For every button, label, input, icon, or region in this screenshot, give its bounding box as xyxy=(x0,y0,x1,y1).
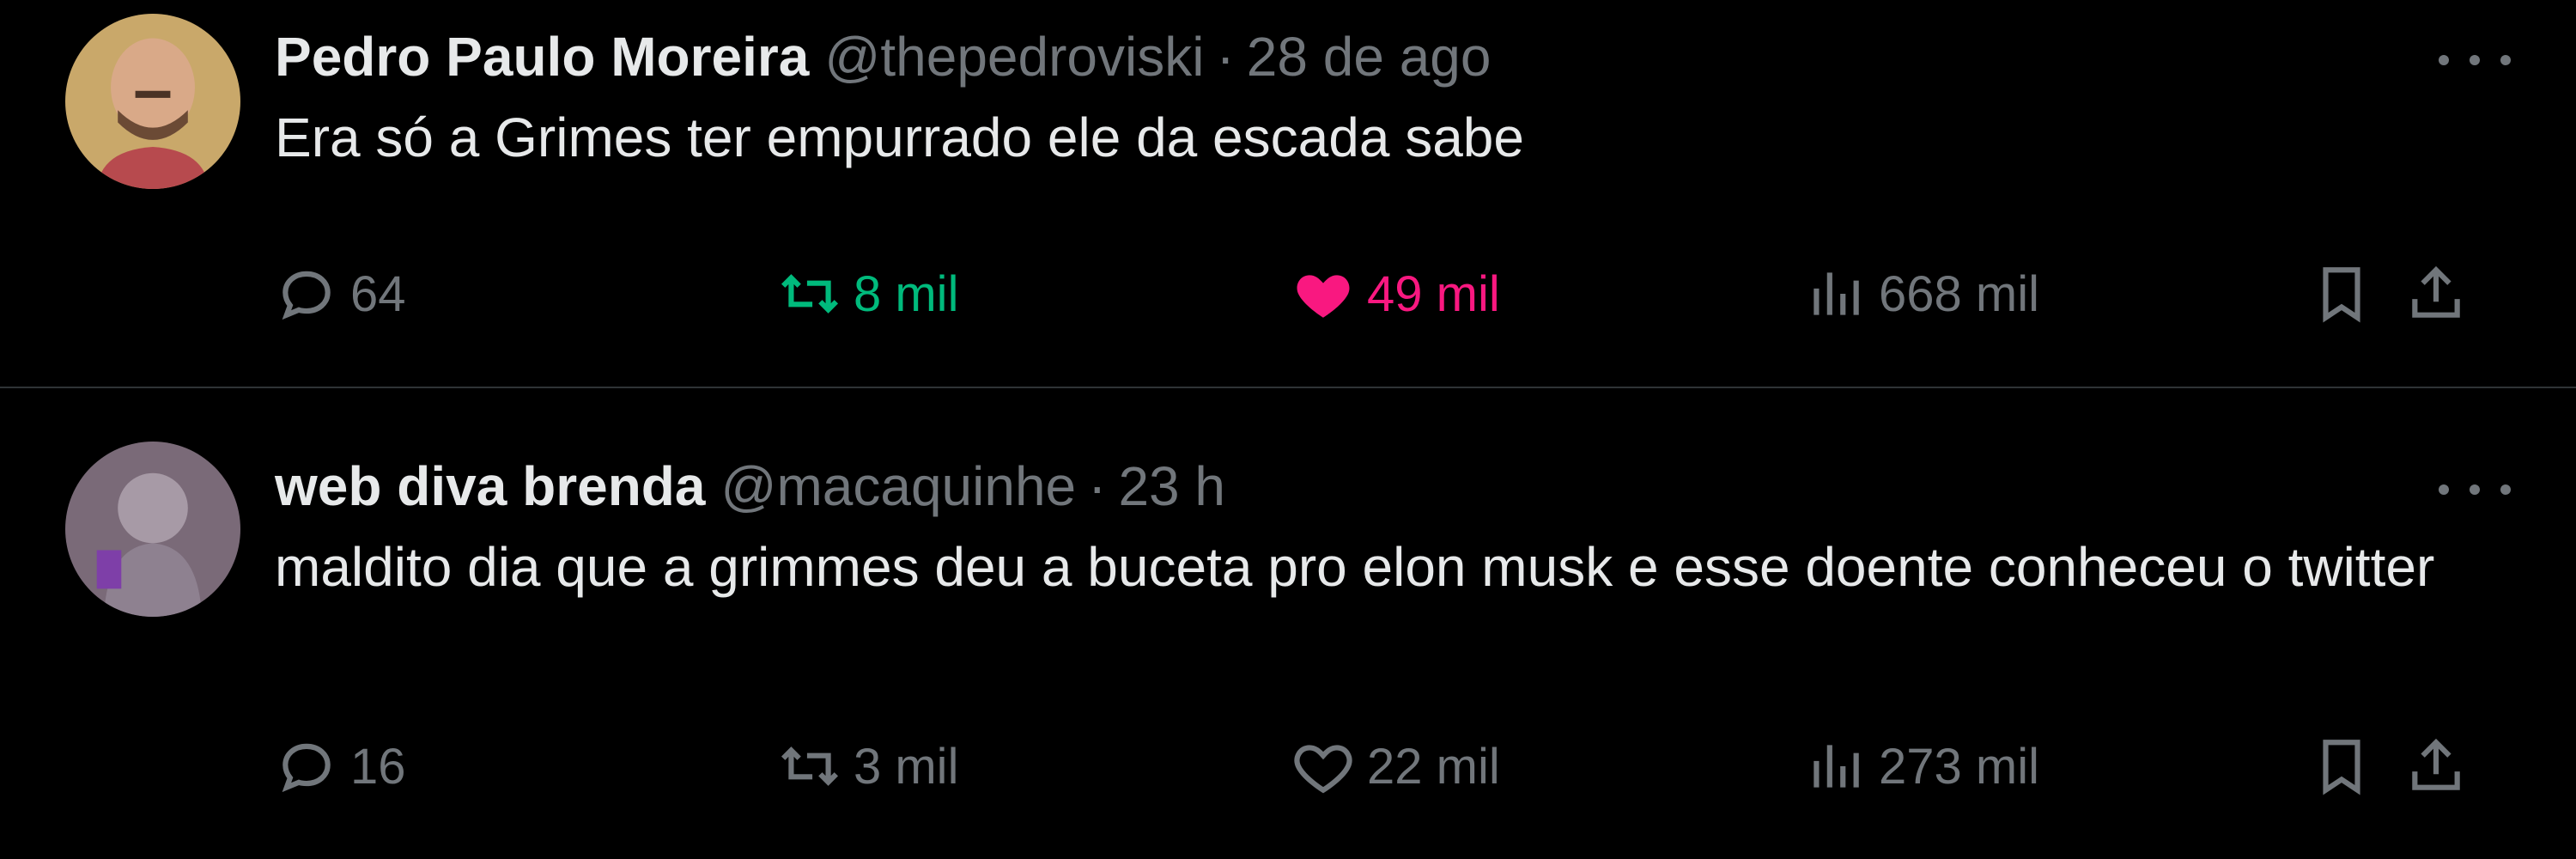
tweet-actions: 16 3 mil 22 mil 273 mil xyxy=(275,730,2516,802)
reply-button[interactable]: 64 xyxy=(275,258,406,330)
retweet-count: 3 mil xyxy=(854,738,959,795)
avatar[interactable] xyxy=(65,14,240,189)
bookmark-button[interactable] xyxy=(2310,258,2373,330)
retweet-count: 8 mil xyxy=(854,265,959,322)
separator-dot: · xyxy=(1216,26,1235,88)
bookmark-icon xyxy=(2323,740,2360,795)
tweet-text: Era só a Grimes ter empurrado ele da esc… xyxy=(275,107,1524,168)
author-handle[interactable]: @macaquinhe xyxy=(720,452,1076,521)
views-icon xyxy=(1814,272,1859,315)
like-icon xyxy=(1297,275,1350,318)
retweet-button[interactable]: 3 mil xyxy=(778,730,958,802)
timestamp[interactable]: 23 h xyxy=(1118,452,1225,521)
tweet-header: Pedro Paulo Moreira @thepedroviski · 28 … xyxy=(275,22,2473,91)
retweet-icon xyxy=(781,274,839,314)
more-icon[interactable] xyxy=(2439,464,2511,515)
reply-count: 16 xyxy=(350,738,406,795)
tweet-content: web diva brenda @macaquinhe · 23 h maldi… xyxy=(275,452,2473,610)
retweet-icon xyxy=(781,746,839,786)
tweet-header: web diva brenda @macaquinhe · 23 h xyxy=(275,452,2473,521)
timestamp[interactable]: 28 de ago xyxy=(1247,22,1492,91)
reply-icon xyxy=(282,271,331,320)
tweet-content: Pedro Paulo Moreira @thepedroviski · 28 … xyxy=(275,22,2473,180)
views-button[interactable]: 273 mil xyxy=(1803,730,2039,802)
separator-dot: · xyxy=(1088,455,1107,517)
tweet-2[interactable]: web diva brenda @macaquinhe · 23 h maldi… xyxy=(0,387,2576,859)
reply-count: 64 xyxy=(350,265,406,322)
bookmark-icon xyxy=(2323,267,2360,323)
share-icon xyxy=(2412,738,2460,790)
like-icon xyxy=(1294,745,1352,794)
author-handle[interactable]: @thepedroviski xyxy=(824,22,1204,91)
author-name[interactable]: web diva brenda xyxy=(275,452,705,521)
avatar[interactable] xyxy=(65,442,240,617)
like-count: 49 mil xyxy=(1367,265,1500,322)
more-icon[interactable] xyxy=(2439,34,2511,86)
reply-button[interactable]: 16 xyxy=(275,730,406,802)
bookmark-button[interactable] xyxy=(2310,730,2373,802)
author-name[interactable]: Pedro Paulo Moreira xyxy=(275,22,809,91)
like-count: 22 mil xyxy=(1367,738,1500,795)
reply-icon xyxy=(282,743,331,793)
share-icon xyxy=(2412,265,2460,318)
tweet-text: maldito dia que a grimmes deu a buceta p… xyxy=(275,536,2435,598)
tweet-actions: 64 8 mil 49 mil 668 mil xyxy=(275,258,2516,330)
retweet-button[interactable]: 8 mil xyxy=(778,258,958,330)
like-button[interactable]: 22 mil xyxy=(1291,730,1500,802)
like-button[interactable]: 49 mil xyxy=(1291,258,1500,330)
views-count: 668 mil xyxy=(1879,265,2039,322)
views-count: 273 mil xyxy=(1879,738,2039,795)
tweet-1[interactable]: Pedro Paulo Moreira @thepedroviski · 28 … xyxy=(0,0,2576,387)
views-icon xyxy=(1814,745,1859,788)
views-button[interactable]: 668 mil xyxy=(1803,258,2039,330)
share-button[interactable] xyxy=(2404,730,2468,802)
share-button[interactable] xyxy=(2404,258,2468,330)
